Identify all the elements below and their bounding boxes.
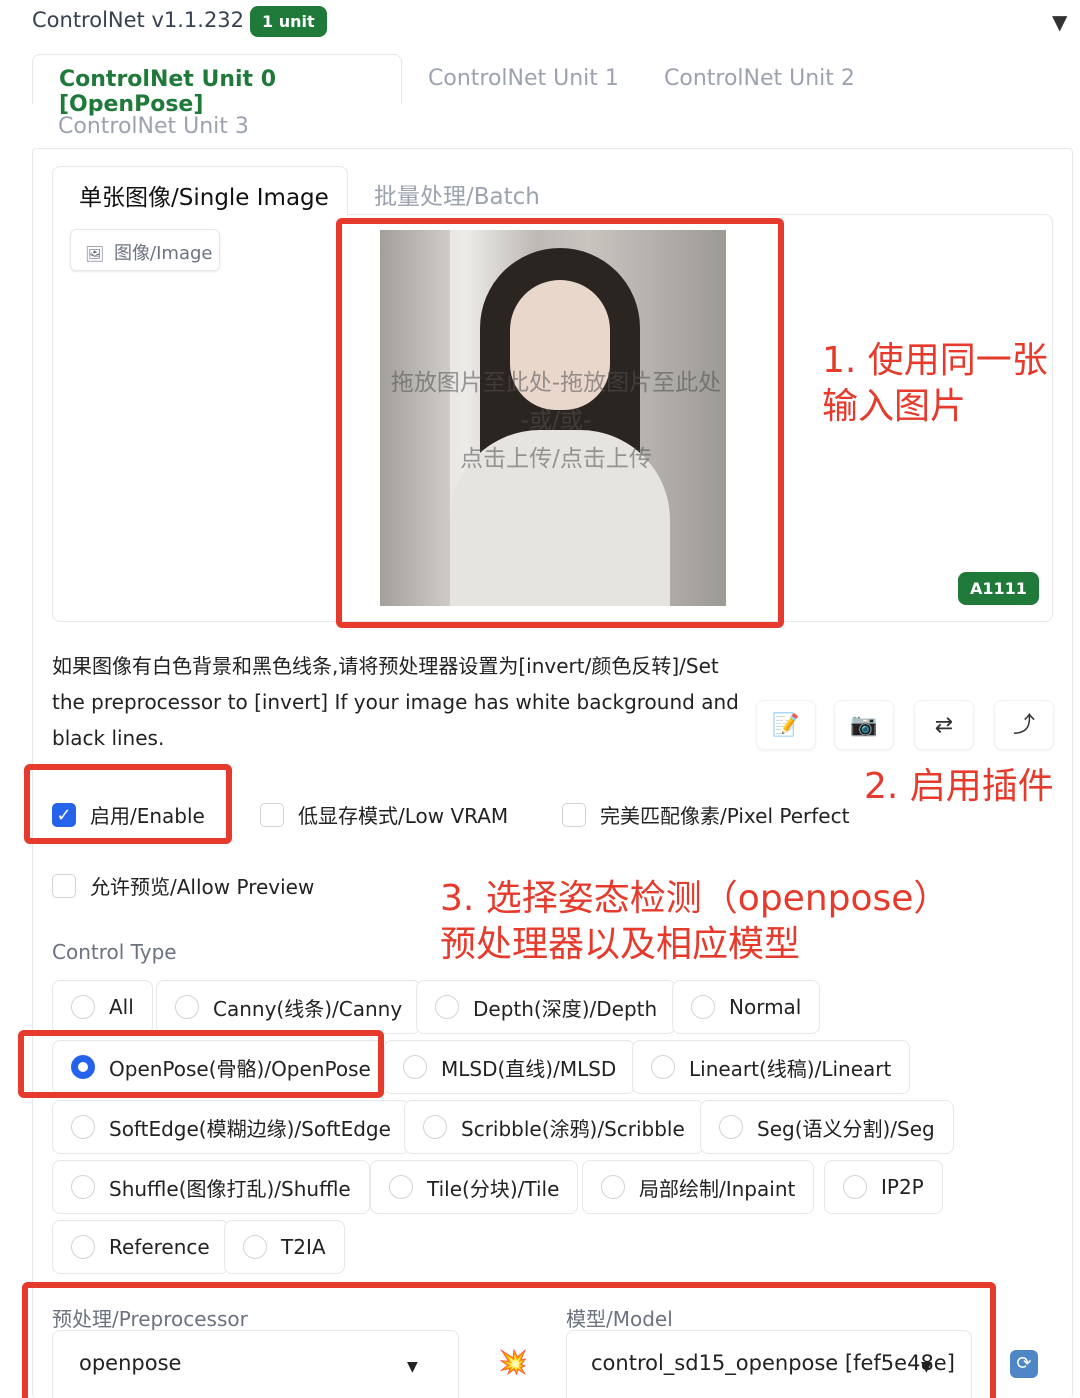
radio-label: MLSD(直线)/MLSD [441, 1056, 617, 1081]
pixel-perfect-checkbox[interactable]: 完美匹配像素/Pixel Perfect [562, 800, 849, 829]
allow-preview-checkbox[interactable]: 允许预览/Allow Preview [52, 871, 314, 900]
radio-ip2p[interactable]: IP2P [824, 1160, 943, 1214]
tab-batch[interactable]: 批量处理/Batch [374, 177, 540, 211]
radio-dot[interactable] [71, 995, 95, 1019]
tab-controlnet-unit-3[interactable]: ControlNet Unit 3 [58, 114, 249, 139]
tab-controlnet-unit-1[interactable]: ControlNet Unit 1 [428, 66, 619, 91]
a1111-badge: A1111 [958, 572, 1039, 605]
radio-dot[interactable] [691, 995, 715, 1019]
send-up-icon[interactable]: ⤴ [994, 700, 1054, 750]
radio-normal[interactable]: Normal [672, 980, 821, 1034]
radio-label: Tile(分块)/Tile [427, 1176, 560, 1201]
radio-dot[interactable] [719, 1115, 743, 1139]
annotation-note-3: 3. 选择姿态检测（openpose） 预处理器以及相应模型 [440, 876, 949, 968]
edit-icon[interactable]: 📝 [756, 700, 816, 750]
refresh-icon[interactable]: ⟳ [1010, 1350, 1038, 1378]
radio-dot[interactable] [601, 1175, 625, 1199]
tab-single-image[interactable]: 单张图像/Single Image [52, 166, 348, 216]
annotation-note-2: 2. 启用插件 [864, 766, 1054, 807]
radio-reference[interactable]: Reference [52, 1220, 229, 1274]
radio-seg[interactable]: Seg(语义分割)/Seg [700, 1100, 954, 1154]
radio-shuffle[interactable]: Shuffle(图像打乱)/Shuffle [52, 1160, 370, 1214]
radio-dot[interactable] [71, 1115, 95, 1139]
annotation-note-1-line-2: 输入图片 [822, 386, 967, 427]
invert-hint-text: 如果图像有白色背景和黑色线条,请将预处理器设置为[invert/颜色反转]/Se… [52, 654, 739, 750]
radio-t2ia[interactable]: T2IA [224, 1220, 345, 1274]
annotation-box-image [336, 218, 784, 628]
annotation-note-1-line-1: 1. 使用同一张 [822, 340, 1048, 381]
radio-scribble[interactable]: Scribble(涂鸦)/Scribble [404, 1100, 704, 1154]
radio-lineart[interactable]: Lineart(线稿)/Lineart [632, 1040, 911, 1094]
control-type-label: Control Type [52, 940, 177, 964]
unit-count-badge: 1 unit [250, 6, 327, 37]
radio-inpaint[interactable]: 局部绘制/Inpaint [582, 1160, 815, 1214]
radio-label: Depth(深度)/Depth [473, 996, 658, 1021]
radio-depth[interactable]: Depth(深度)/Depth [416, 980, 677, 1034]
radio-dot[interactable] [389, 1175, 413, 1199]
radio-label: Normal [729, 995, 802, 1019]
radio-dot[interactable] [423, 1115, 447, 1139]
radio-mlsd[interactable]: MLSD(直线)/MLSD [384, 1040, 636, 1094]
radio-dot[interactable] [243, 1235, 267, 1259]
swap-icon[interactable]: ⇄ [914, 700, 974, 750]
annotation-note-1: 1. 使用同一张 输入图片 [822, 338, 1048, 430]
radio-dot[interactable] [843, 1175, 867, 1199]
checkbox-box[interactable] [52, 873, 76, 898]
checkbox-box[interactable] [260, 802, 284, 827]
camera-icon[interactable]: 📷 [834, 700, 894, 750]
annotation-box-model [22, 1282, 996, 1398]
radio-label: Lineart(线稿)/Lineart [689, 1056, 892, 1081]
app-title: ControlNet v1.1.232 [32, 8, 245, 32]
radio-label: Scribble(涂鸦)/Scribble [461, 1116, 685, 1141]
annotation-note-3-line-2: 预处理器以及相应模型 [440, 924, 801, 965]
radio-label: Shuffle(图像打乱)/Shuffle [109, 1176, 351, 1201]
radio-all[interactable]: All [52, 980, 153, 1034]
radio-label: All [109, 995, 134, 1019]
radio-label: 局部绘制/Inpaint [639, 1176, 796, 1201]
radio-dot[interactable] [71, 1175, 95, 1199]
image-field-label: 🖼 图像/Image [70, 229, 220, 271]
image-label-text: 图像/Image [114, 243, 213, 264]
low-vram-label: 低显存模式/Low VRAM [298, 804, 509, 828]
pixel-perfect-label: 完美匹配像素/Pixel Perfect [600, 804, 850, 828]
radio-label: T2IA [281, 1235, 326, 1259]
radio-canny[interactable]: Canny(线条)/Canny [156, 980, 422, 1034]
annotation-box-enable [24, 764, 232, 844]
low-vram-checkbox[interactable]: 低显存模式/Low VRAM [260, 800, 508, 829]
radio-tile[interactable]: Tile(分块)/Tile [370, 1160, 579, 1214]
annotation-note-3-line-1: 3. 选择姿态检测（openpose） [440, 878, 950, 919]
radio-label: Canny(线条)/Canny [213, 996, 403, 1021]
collapse-triangle-icon[interactable]: ▼ [1052, 10, 1067, 34]
radio-dot[interactable] [435, 995, 459, 1019]
radio-label: IP2P [881, 1175, 924, 1199]
radio-label: SoftEdge(模糊边缘)/SoftEdge [109, 1116, 391, 1141]
radio-dot[interactable] [651, 1055, 675, 1079]
tab-controlnet-unit-0[interactable]: ControlNet Unit 0 [OpenPose] [32, 54, 402, 117]
radio-label: Reference [109, 1235, 210, 1259]
radio-dot[interactable] [403, 1055, 427, 1079]
radio-softedge[interactable]: SoftEdge(模糊边缘)/SoftEdge [52, 1100, 410, 1154]
radio-dot[interactable] [71, 1235, 95, 1259]
annotation-box-openpose [18, 1030, 384, 1098]
radio-label: Seg(语义分割)/Seg [757, 1116, 935, 1141]
radio-dot[interactable] [175, 995, 199, 1019]
allow-preview-label: 允许预览/Allow Preview [90, 875, 315, 899]
checkbox-box[interactable] [562, 802, 586, 827]
tab-controlnet-unit-2[interactable]: ControlNet Unit 2 [664, 66, 855, 91]
image-icon: 🖼 [85, 245, 105, 263]
